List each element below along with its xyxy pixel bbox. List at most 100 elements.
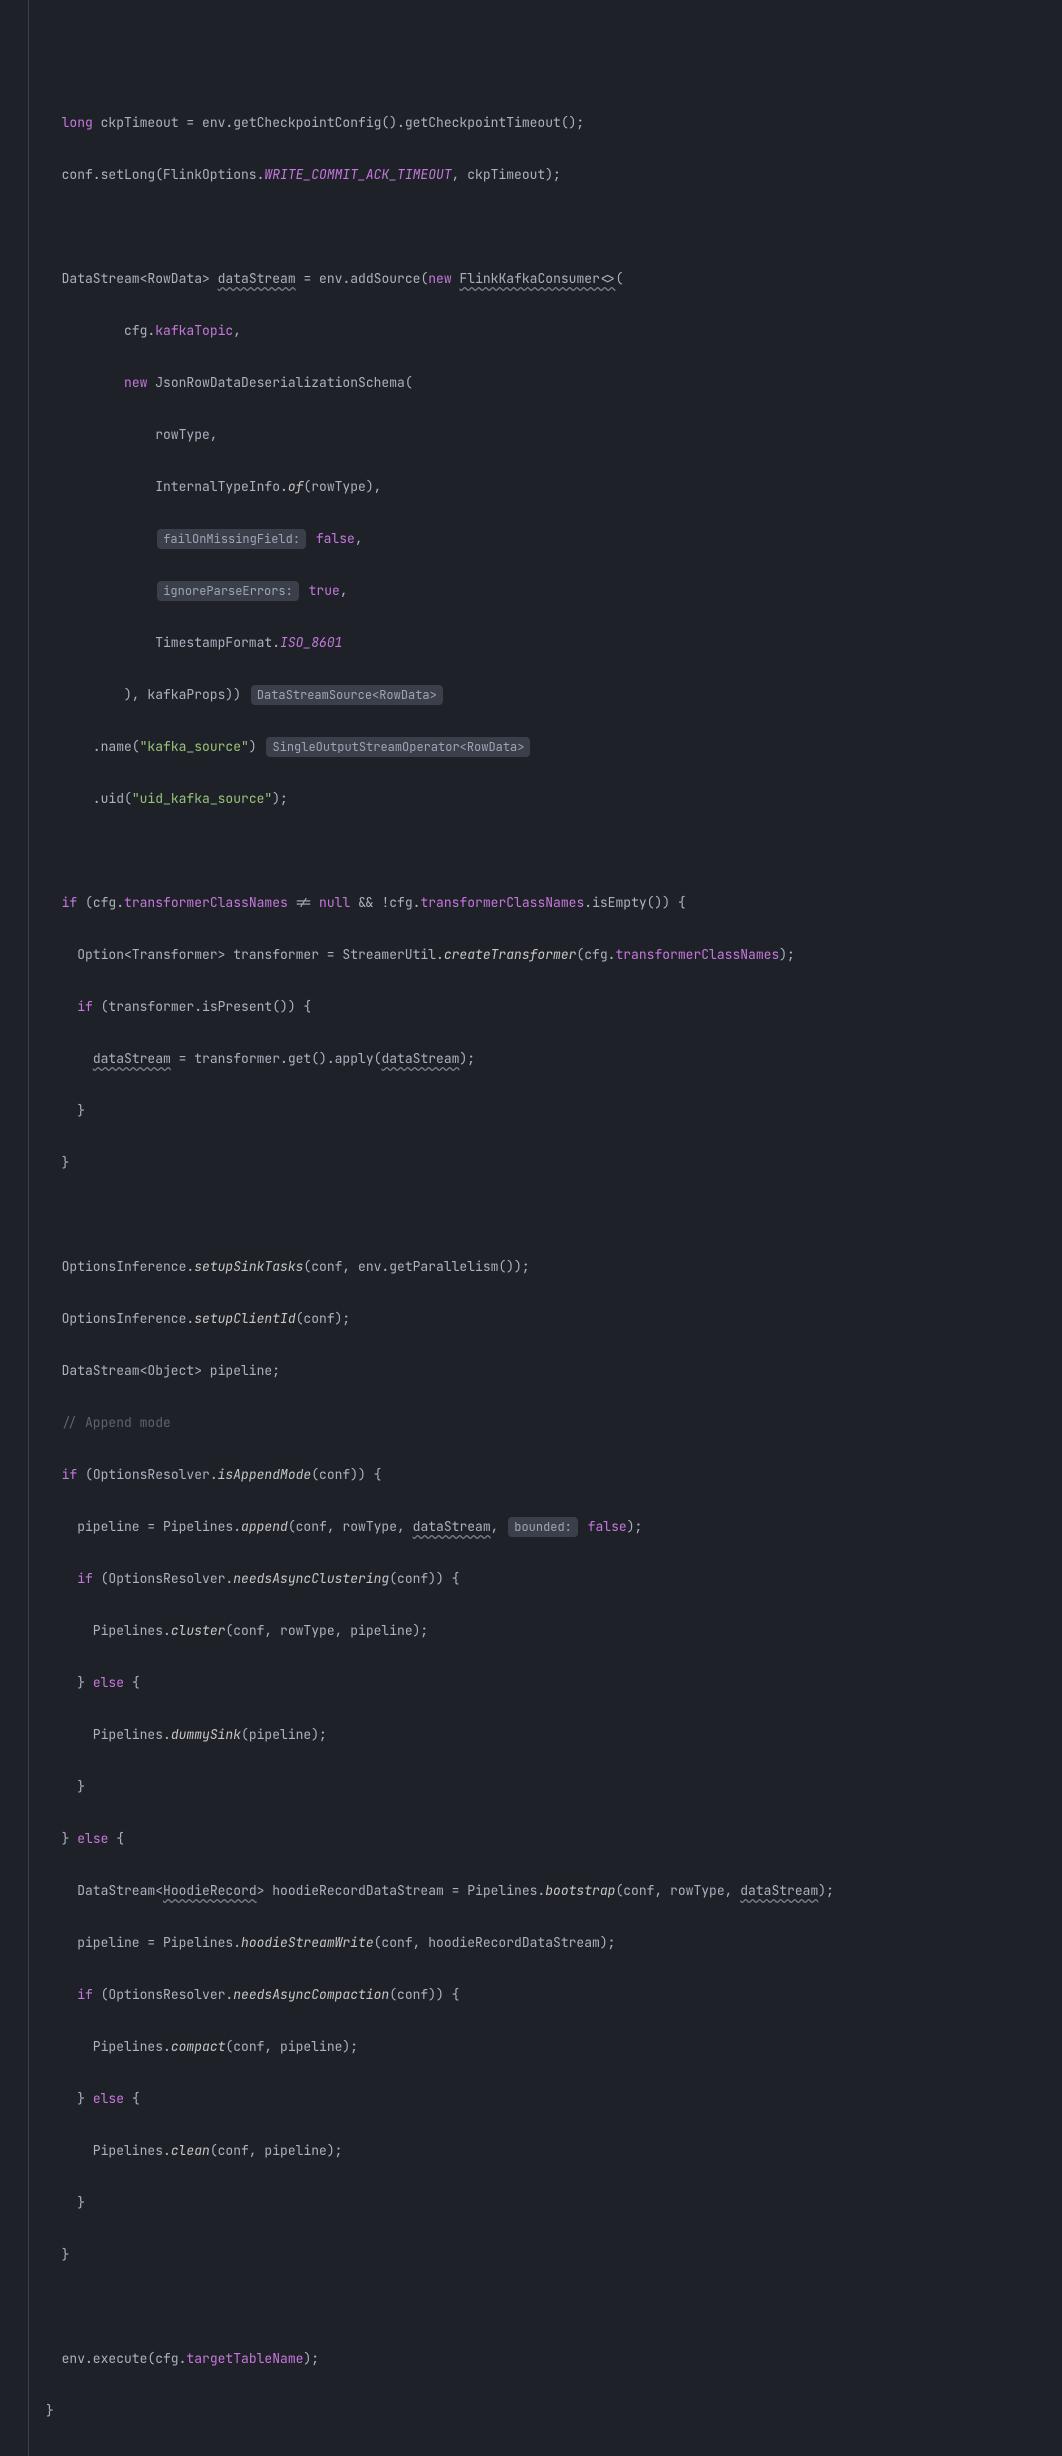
tok: (OptionsResolver. — [93, 1986, 233, 2003]
tok: OptionsInference. — [62, 1258, 195, 1275]
code-line[interactable]: if (OptionsResolver.needsAsyncClustering… — [28, 1566, 1058, 1592]
code-block[interactable]: long ckpTimeout = env.getCheckpointConfi… — [28, 84, 1058, 2456]
code-line[interactable]: DataStream<RowData> dataStream = env.add… — [28, 266, 1058, 292]
code-line[interactable]: new JsonRowDataDeserializationSchema( — [28, 370, 1058, 396]
tok-static: setupClientId — [194, 1310, 295, 1327]
code-line[interactable]: if (cfg.transformerClassNames != null &&… — [28, 890, 1058, 916]
code-line[interactable]: OptionsInference.setupSinkTasks(conf, en… — [28, 1254, 1058, 1280]
code-line[interactable]: TimestampFormat.ISO_8601 — [28, 630, 1058, 656]
code-line[interactable]: } else { — [28, 1670, 1058, 1696]
tok: (conf); — [296, 1310, 351, 1327]
tok-bool: true — [301, 582, 340, 599]
tok-static: compact — [171, 2038, 226, 2055]
code-line[interactable]: Pipelines.clean(conf, pipeline); — [28, 2138, 1058, 2164]
tok: (conf)) { — [311, 1466, 381, 1483]
tok: (conf, rowType, — [288, 1518, 413, 1535]
code-line[interactable]: if (transformer.isPresent()) { — [28, 994, 1058, 1020]
tok: } — [62, 2090, 93, 2107]
code-editor[interactable]: long ckpTimeout = env.getCheckpointConfi… — [0, 0, 1062, 2456]
code-line[interactable]: } — [28, 2398, 1058, 2424]
code-line[interactable]: if (OptionsResolver.isAppendMode(conf)) … — [28, 1462, 1058, 1488]
inlay-hint[interactable]: SingleOutputStreamOperator<RowData> — [266, 737, 530, 757]
tok-comment: // Append mode — [62, 1414, 171, 1431]
inlay-hint[interactable]: bounded: — [508, 1517, 578, 1537]
code-line[interactable]: ), kafkaProps)) DataStreamSource<RowData… — [28, 682, 1058, 708]
code-line[interactable]: } else { — [28, 1826, 1058, 1852]
code-line[interactable]: long ckpTimeout = env.getCheckpointConfi… — [28, 110, 1058, 136]
code-line[interactable]: Pipelines.dummySink(pipeline); — [28, 1722, 1058, 1748]
tok: } — [62, 1102, 85, 1119]
tok-var: dataStream — [381, 1050, 459, 1067]
code-line[interactable] — [28, 2294, 1058, 2320]
tok-kw: new — [124, 374, 147, 391]
tok: cfg. — [62, 322, 156, 339]
tok-kw: long — [62, 114, 93, 131]
inlay-hint[interactable]: failOnMissingField: — [157, 529, 306, 549]
tok-static: createTransformer — [444, 946, 577, 963]
tok-var: dataStream — [740, 1882, 818, 1899]
tok-static: dummySink — [171, 1726, 241, 1743]
tok: pipeline = Pipelines. — [62, 1934, 241, 1951]
code-line[interactable]: InternalTypeInfo.of(rowType), — [28, 474, 1058, 500]
tok: ); — [272, 790, 288, 807]
code-line[interactable]: rowType, — [28, 422, 1058, 448]
code-line[interactable]: .uid("uid_kafka_source"); — [28, 786, 1058, 812]
tok: && !cfg. — [350, 894, 420, 911]
tok: (conf, rowType, — [615, 1882, 740, 1899]
tok: ); — [779, 946, 795, 963]
tok-bool: false — [580, 1518, 627, 1535]
tok: (cfg. — [576, 946, 615, 963]
code-line[interactable]: } — [28, 2190, 1058, 2216]
tok-static: bootstrap — [545, 1882, 615, 1899]
code-line[interactable]: // Append mode — [28, 1410, 1058, 1436]
code-line[interactable]: dataStream = transformer.get().apply(dat… — [28, 1046, 1058, 1072]
tok: OptionsInference. — [62, 1310, 195, 1327]
tok-bool: false — [308, 530, 355, 547]
tok — [62, 530, 156, 547]
code-line[interactable] — [28, 214, 1058, 240]
code-line[interactable]: Pipelines.cluster(conf, rowType, pipelin… — [28, 1618, 1058, 1644]
tok-kw: null — [319, 894, 350, 911]
inlay-hint[interactable]: DataStreamSource<RowData> — [251, 685, 443, 705]
code-line[interactable] — [28, 838, 1058, 864]
code-line[interactable]: ignoreParseErrors: true, — [28, 578, 1058, 604]
code-line[interactable]: } — [28, 2242, 1058, 2268]
code-line[interactable]: Pipelines.compact(conf, pipeline); — [28, 2034, 1058, 2060]
code-line[interactable]: OptionsInference.setupClientId(conf); — [28, 1306, 1058, 1332]
code-line[interactable]: cfg.kafkaTopic, — [28, 318, 1058, 344]
code-line[interactable]: DataStream<HoodieRecord> hoodieRecordDat… — [28, 1878, 1058, 1904]
tok — [62, 374, 124, 391]
tok: ) — [249, 738, 265, 755]
inlay-hint[interactable]: ignoreParseErrors: — [157, 581, 299, 601]
code-line[interactable]: pipeline = Pipelines.append(conf, rowTyp… — [28, 1514, 1058, 1540]
code-line[interactable]: conf.setLong(FlinkOptions.WRITE_COMMIT_A… — [28, 162, 1058, 188]
code-line[interactable]: } else { — [28, 2086, 1058, 2112]
tok-kw: else — [93, 1674, 124, 1691]
code-line[interactable]: } — [28, 1150, 1058, 1176]
code-line[interactable]: failOnMissingField: false, — [28, 526, 1058, 552]
tok: } — [62, 2194, 85, 2211]
tok-kw: if — [62, 894, 78, 911]
code-line[interactable]: pipeline = Pipelines.hoodieStreamWrite(c… — [28, 1930, 1058, 1956]
tok: ); — [627, 1518, 643, 1535]
code-line[interactable] — [28, 1202, 1058, 1228]
code-line[interactable]: if (OptionsResolver.needsAsyncCompaction… — [28, 1982, 1058, 2008]
tok-str: "kafka_source" — [140, 738, 249, 755]
tok: Pipelines. — [62, 2038, 171, 2055]
code-line[interactable]: Option<Transformer> transformer = Stream… — [28, 942, 1058, 968]
tok: Pipelines. — [62, 1622, 171, 1639]
tok: > hoodieRecordDataStream = Pipelines. — [257, 1882, 546, 1899]
tok: } — [62, 1154, 70, 1171]
code-line[interactable]: } — [28, 1774, 1058, 1800]
code-line[interactable]: .name("kafka_source") SingleOutputStream… — [28, 734, 1058, 760]
tok: = env.addSource( — [296, 270, 429, 287]
tok: pipeline = Pipelines. — [62, 1518, 241, 1535]
code-line[interactable]: } — [28, 1098, 1058, 1124]
tok: (OptionsResolver. — [77, 1466, 217, 1483]
tok-static: hoodieStreamWrite — [241, 1934, 374, 1951]
code-line[interactable]: DataStream<Object> pipeline; — [28, 1358, 1058, 1384]
tok-static: append — [241, 1518, 288, 1535]
tok — [62, 1050, 93, 1067]
tok-kw: if — [77, 998, 93, 1015]
code-line[interactable]: env.execute(cfg.targetTableName); — [28, 2346, 1058, 2372]
